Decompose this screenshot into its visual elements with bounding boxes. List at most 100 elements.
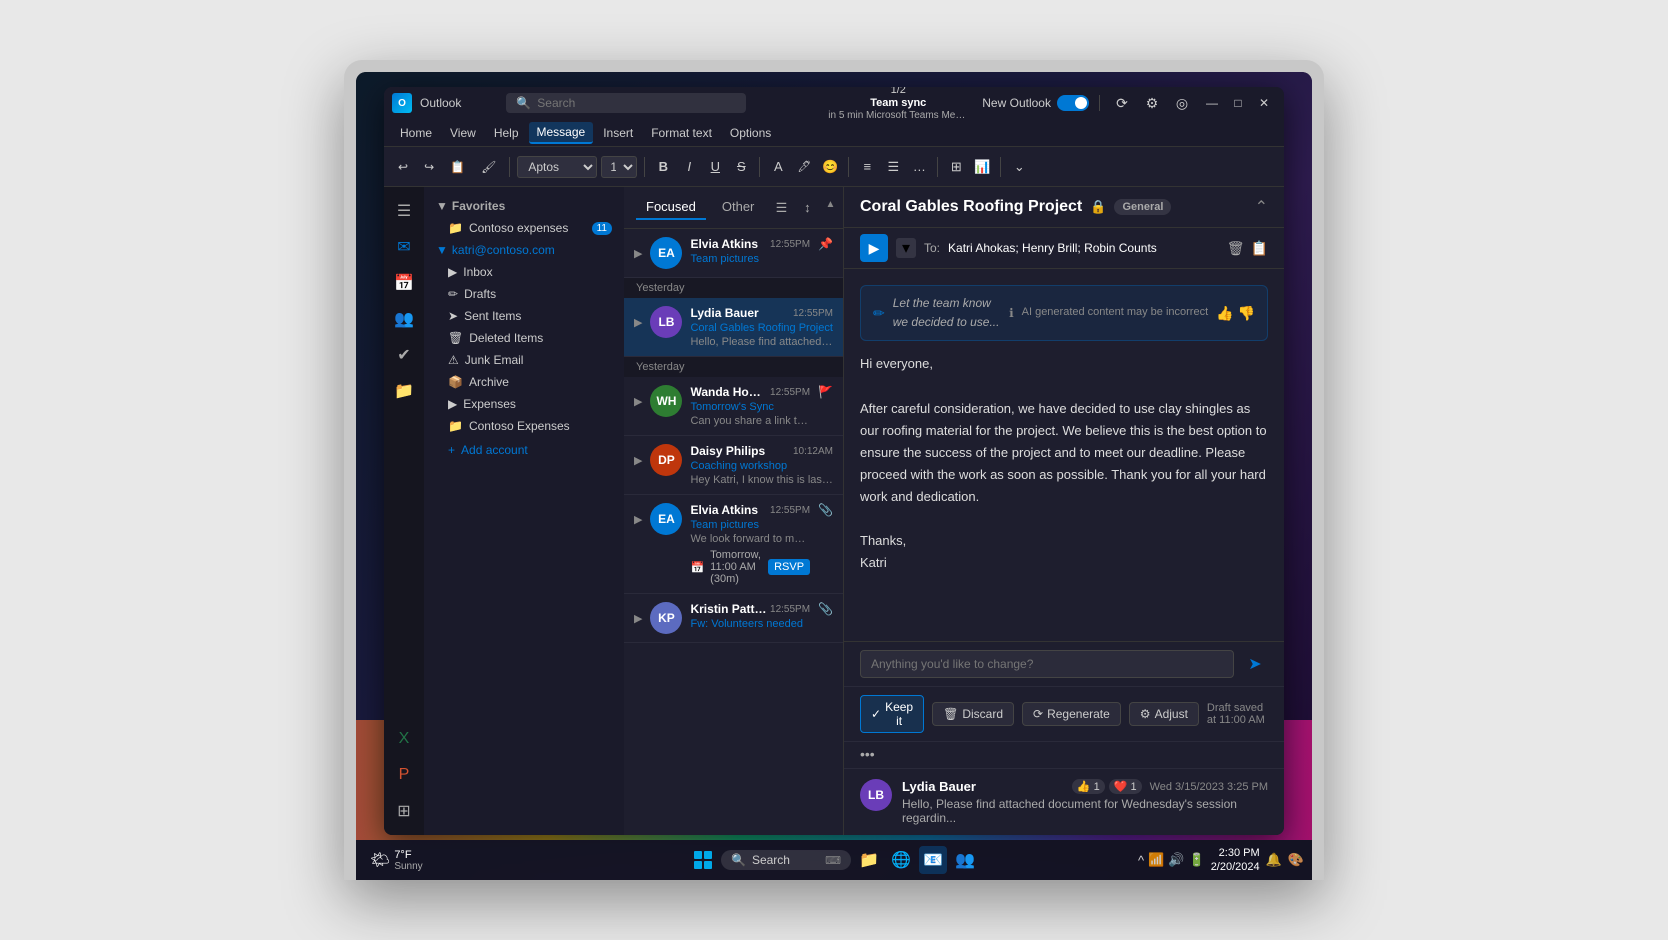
taskbar-wifi-icon[interactable]: 📶 [1148, 852, 1164, 868]
title-search-input[interactable] [537, 96, 736, 110]
italic-button[interactable]: I [678, 156, 700, 178]
folder-junk-email[interactable]: ⚠ Junk Email [424, 349, 624, 371]
more-options-button[interactable]: … [908, 156, 930, 178]
sidebar-icon-tasks[interactable]: ✔ [388, 339, 420, 371]
clipboard-button[interactable]: 📋 [444, 154, 471, 180]
email-item-elvia-pinned[interactable]: ▶ EA Elvia Atkins 12:55PM Team pictures … [624, 229, 843, 278]
title-search-box[interactable]: 🔍 [506, 93, 746, 113]
taskbar-notification-icon[interactable]: 🔔 [1266, 852, 1282, 868]
format-painter-button[interactable]: 🖌 [475, 154, 502, 180]
sidebar-icon-contacts[interactable]: 👥 [388, 303, 420, 335]
copy-icon[interactable]: 📋 [1251, 240, 1268, 257]
menu-options[interactable]: Options [722, 123, 779, 143]
redo-button[interactable]: ↪ [418, 154, 440, 180]
reply-input[interactable] [860, 650, 1234, 678]
reaction-thumbsup[interactable]: 👍 1 [1072, 779, 1105, 794]
list-button[interactable]: ☰ [882, 156, 904, 178]
new-outlook-toggle[interactable]: New Outlook [982, 95, 1089, 111]
adjust-button[interactable]: ⚙ Adjust [1129, 702, 1199, 726]
emoji-button[interactable]: 😊 [819, 156, 841, 178]
taskbar-clock[interactable]: 2:30 PM 2/20/2024 [1211, 846, 1260, 875]
toolbar-refresh-icon[interactable]: ⟳ [1110, 91, 1134, 115]
email-item-elvia-2[interactable]: ▶ EA Elvia Atkins 12:55PM Team pictures … [624, 495, 843, 594]
reply-send-button[interactable]: ➤ [1242, 651, 1268, 677]
folder-drafts[interactable]: ✏ Drafts [424, 283, 624, 305]
chart-button[interactable]: 📊 [971, 156, 993, 178]
tab-other[interactable]: Other [712, 195, 765, 220]
maximize-button[interactable]: □ [1226, 91, 1250, 115]
align-button[interactable]: ≡ [856, 156, 878, 178]
close-button[interactable]: ✕ [1252, 91, 1276, 115]
windows-start-button[interactable] [689, 846, 717, 874]
underline-button[interactable]: U [704, 156, 726, 178]
size-selector[interactable]: 12 [601, 156, 637, 178]
text-color-button[interactable]: A [767, 156, 789, 178]
sidebar-icon-excel[interactable]: X [388, 723, 420, 755]
email-compose-area[interactable]: Hi everyone, After careful consideration… [860, 353, 1268, 574]
menu-message[interactable]: Message [529, 122, 594, 144]
email-item-wanda[interactable]: ▶ WH Wanda Howard 12:55PM Tomorrow's Syn… [624, 377, 843, 436]
taskbar-teams-app[interactable]: 👥 [951, 846, 979, 874]
sidebar-icon-powerpoint[interactable]: P [388, 759, 420, 791]
favorites-section[interactable]: ▼ Favorites [424, 195, 624, 217]
font-selector[interactable]: Aptos [517, 156, 597, 178]
send-options-button[interactable]: ▾ [896, 238, 916, 258]
undo-button[interactable]: ↩ [392, 154, 414, 180]
add-account-button[interactable]: + Add account [424, 437, 624, 463]
more-options-ellipsis[interactable]: ••• [860, 746, 875, 762]
folder-contoso-expenses[interactable]: 📁 Contoso expenses 11 [424, 217, 624, 239]
sort-icon[interactable]: ↕ [796, 197, 818, 219]
regenerate-button[interactable]: ⟳ Regenerate [1022, 702, 1121, 726]
email-item-kristin[interactable]: ▶ KP Kristin Patterson (2) 12:55PM Fw: V… [624, 594, 843, 643]
sidebar-icon-mail[interactable]: ✉ [388, 231, 420, 263]
menu-help[interactable]: Help [486, 123, 527, 143]
taskbar-sound-icon[interactable]: 🔊 [1168, 852, 1184, 868]
thumbs-up-icon[interactable]: 👍 [1216, 302, 1233, 324]
menu-view[interactable]: View [442, 123, 484, 143]
toolbar-settings-icon[interactable]: ⚙ [1140, 91, 1164, 115]
minimize-button[interactable]: — [1200, 91, 1224, 115]
bold-button[interactable]: B [652, 156, 674, 178]
tab-focused[interactable]: Focused [636, 195, 706, 220]
keep-it-button[interactable]: ✓ Keep it [860, 695, 924, 733]
email-item-lydia[interactable]: ▶ LB Lydia Bauer 12:55PM Coral Gables Ro… [624, 298, 843, 357]
menu-format-text[interactable]: Format text [643, 123, 720, 143]
filter-icon[interactable]: ☰ [770, 197, 792, 219]
folder-archive[interactable]: 📦 Archive [424, 371, 624, 393]
taskbar-chevron-icon[interactable]: ^ [1138, 853, 1144, 868]
folder-inbox[interactable]: ▶ Inbox [424, 261, 624, 283]
table-button[interactable]: ⊞ [945, 156, 967, 178]
highlight-button[interactable]: 🖊 [793, 156, 815, 178]
folder-sent-items[interactable]: ➤ Sent Items [424, 305, 624, 327]
thumbs-down-icon[interactable]: 👎 [1238, 302, 1255, 324]
folder-contoso-expenses2[interactable]: 📁 Contoso Expenses [424, 415, 624, 437]
folder-expenses[interactable]: ▶ Expenses [424, 393, 624, 415]
expand-collapse-icon[interactable]: ⌃ [1255, 197, 1268, 217]
taskbar-search-box[interactable]: 🔍 Search ⌨ [721, 850, 851, 870]
taskbar-battery-icon[interactable]: 🔋 [1189, 852, 1205, 868]
scroll-up-icon[interactable]: ▲ [822, 197, 838, 213]
sidebar-icon-grid[interactable]: ⊞ [388, 795, 420, 827]
folder-deleted-items[interactable]: 🗑 Deleted Items [424, 327, 624, 349]
taskbar-color-icon[interactable]: 🎨 [1288, 852, 1304, 868]
discard-button[interactable]: 🗑 Discard [932, 702, 1014, 726]
send-button[interactable]: ▶ [860, 234, 888, 262]
strikethrough-button[interactable]: S [730, 156, 752, 178]
reaction-heart[interactable]: ❤️ 1 [1109, 779, 1142, 794]
sidebar-icon-files[interactable]: 📁 [388, 375, 420, 407]
menu-home[interactable]: Home [392, 123, 440, 143]
ai-suggestion-text[interactable]: Let the team know we decided to use... [893, 294, 1001, 332]
weather-widget[interactable]: 🌤 7°F Sunny [364, 847, 429, 874]
rsvp-badge[interactable]: RSVP [768, 559, 810, 575]
trash-icon[interactable]: 🗑 [1227, 240, 1245, 257]
taskbar-edge-browser[interactable]: 🌐 [887, 846, 915, 874]
sidebar-icon-calendar[interactable]: 📅 [388, 267, 420, 299]
toggle-switch[interactable] [1057, 95, 1089, 111]
taskbar-file-explorer[interactable]: 📁 [855, 846, 883, 874]
email-item-daisy[interactable]: ▶ DP Daisy Philips 10:12AM Coaching work… [624, 436, 843, 495]
recipients-field[interactable]: Katri Ahokas; Henry Brill; Robin Counts [948, 241, 1157, 255]
conversation-reply[interactable]: LB Lydia Bauer 👍 1 ❤️ 1 [844, 768, 1284, 835]
menu-insert[interactable]: Insert [595, 123, 641, 143]
expand-toolbar-button[interactable]: ⌄ [1008, 156, 1030, 178]
taskbar-outlook-app[interactable]: 📧 [919, 846, 947, 874]
